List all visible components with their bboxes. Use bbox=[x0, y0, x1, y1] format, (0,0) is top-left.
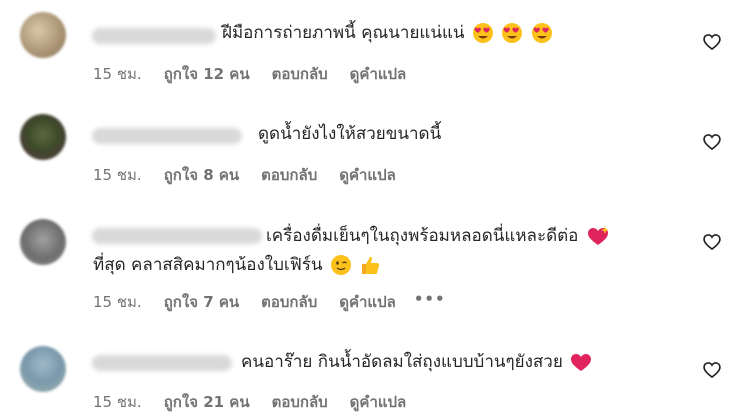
see-translation-button[interactable]: ดูคำแปล bbox=[350, 390, 407, 414]
likes-count[interactable]: ถูกใจ 21 คน bbox=[164, 390, 250, 414]
reply-button[interactable]: ตอบกลับ bbox=[272, 390, 328, 414]
heart-eyes-emoji bbox=[502, 23, 523, 43]
comment-text: คนอาร๊าย กินน้ำอัดลมใส่ถุงแบบบ้านๆยังสวย bbox=[241, 347, 592, 378]
reply-button[interactable]: ตอบกลับ bbox=[261, 163, 317, 187]
username[interactable] bbox=[92, 355, 232, 371]
comment-item: ดูดน้ำยังไงให้สวยขนาดนี้ 15 ชม. ถูกใจ 8 … bbox=[0, 100, 736, 200]
timestamp: 15 ชม. bbox=[93, 65, 142, 83]
comment-text-line: ที่สุด คลาสสิคมากๆน้องใบเฟิร์น bbox=[93, 255, 323, 275]
timestamp: 15 ชม. bbox=[93, 293, 142, 311]
comment-meta: 15 ชม. ถูกใจ 8 คน ตอบกลับ ดูคำแปล bbox=[93, 163, 396, 187]
comment-text-line: ดูดน้ำยังไงให้สวยขนาดนี้ bbox=[258, 124, 442, 144]
like-heart-icon[interactable] bbox=[702, 32, 722, 52]
avatar[interactable] bbox=[20, 114, 66, 160]
comment-text: ดูดน้ำยังไงให้สวยขนาดนี้ bbox=[258, 119, 441, 150]
more-options-button[interactable]: ••• bbox=[414, 290, 446, 314]
avatar[interactable] bbox=[20, 346, 66, 392]
see-translation-button[interactable]: ดูคำแปล bbox=[339, 163, 396, 187]
likes-count[interactable]: ถูกใจ 7 คน bbox=[164, 290, 239, 314]
thumbs-up-emoji bbox=[362, 256, 380, 274]
heart-eyes-emoji bbox=[472, 23, 493, 43]
comment-text-line: คนอาร๊าย กินน้ำอัดลมใส่ถุงแบบบ้านๆยังสวย bbox=[241, 352, 563, 372]
like-heart-icon[interactable] bbox=[702, 232, 722, 252]
username[interactable] bbox=[92, 128, 242, 144]
comment-meta: 15 ชม. ถูกใจ 7 คน ตอบกลับ ดูคำแปล ••• bbox=[93, 290, 446, 314]
heart-eyes-emoji bbox=[531, 23, 552, 43]
reply-button[interactable]: ตอบกลับ bbox=[261, 290, 317, 314]
avatar[interactable] bbox=[20, 12, 66, 58]
comment-item: คนอาร๊าย กินน้ำอัดลมใส่ถุงแบบบ้านๆยังสวย… bbox=[0, 330, 736, 411]
like-heart-icon[interactable] bbox=[702, 132, 722, 152]
comment-text-line: เครื่องดื่มเย็นๆในถุงพร้อมหลอดนี่แหละดีต… bbox=[266, 226, 579, 246]
username[interactable] bbox=[92, 28, 216, 44]
sparkling-heart-emoji bbox=[587, 226, 609, 245]
comment-meta: 15 ชม. ถูกใจ 12 คน ตอบกลับ ดูคำแปล bbox=[93, 62, 406, 86]
comment-item: เครื่องดื่มเย็นๆในถุงพร้อมหลอดนี่แหละดีต… bbox=[0, 200, 736, 320]
comment-text: ที่สุด คลาสสิคมากๆน้องใบเฟิร์น bbox=[93, 250, 381, 281]
avatar[interactable] bbox=[20, 219, 66, 265]
comment-item: ฝีมือการถ่ายภาพนี้ คุณนายแน่แน่ 15 ชม. ถ… bbox=[0, 0, 736, 100]
comment-text-line: ฝีมือการถ่ายภาพนี้ คุณนายแน่แน่ bbox=[222, 23, 465, 43]
username[interactable] bbox=[92, 228, 262, 244]
wink-emoji bbox=[330, 255, 351, 275]
likes-count[interactable]: ถูกใจ 8 คน bbox=[164, 163, 239, 187]
reply-button[interactable]: ตอบกลับ bbox=[272, 62, 328, 86]
timestamp: 15 ชม. bbox=[93, 393, 142, 411]
see-translation-button[interactable]: ดูคำแปล bbox=[350, 62, 407, 86]
likes-count[interactable]: ถูกใจ 12 คน bbox=[164, 62, 250, 86]
like-heart-icon[interactable] bbox=[702, 360, 722, 380]
red-heart-emoji bbox=[571, 354, 592, 371]
see-translation-button[interactable]: ดูคำแปล bbox=[339, 290, 396, 314]
comment-text: เครื่องดื่มเย็นๆในถุงพร้อมหลอดนี่แหละดีต… bbox=[266, 221, 610, 252]
comment-meta: 15 ชม. ถูกใจ 21 คน ตอบกลับ ดูคำแปล bbox=[93, 390, 406, 414]
timestamp: 15 ชม. bbox=[93, 166, 142, 184]
comment-text: ฝีมือการถ่ายภาพนี้ คุณนายแน่แน่ bbox=[222, 18, 553, 49]
